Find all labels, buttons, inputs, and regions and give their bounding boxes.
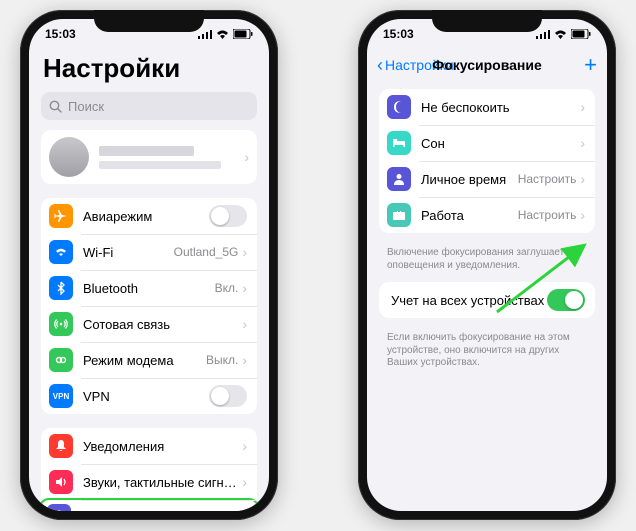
add-button[interactable]: + bbox=[584, 52, 597, 78]
chevron-right-icon: › bbox=[242, 244, 247, 260]
row-sounds[interactable]: Звуки, тактильные сигналы › bbox=[41, 464, 257, 500]
status-icons bbox=[536, 29, 591, 39]
status-time: 15:03 bbox=[45, 27, 76, 41]
focus-modes-group: Не беспокоить › Сон › Личное время Настр… bbox=[379, 89, 595, 233]
profile-row[interactable]: › bbox=[41, 130, 257, 184]
airplane-icon bbox=[49, 204, 73, 228]
chevron-left-icon: ‹ bbox=[377, 55, 383, 76]
chevron-right-icon: › bbox=[580, 207, 585, 223]
row-cellular[interactable]: Сотовая связь › bbox=[41, 306, 257, 342]
wifi-status-icon bbox=[554, 30, 567, 39]
row-vpn[interactable]: VPN VPN bbox=[41, 378, 257, 414]
sounds-icon bbox=[49, 470, 73, 494]
nav-bar: ‹ Настройки Фокусирование + bbox=[367, 49, 607, 81]
bell-icon bbox=[49, 434, 73, 458]
phone-left: 15:03 Настройки Поиск › Авиарежим bbox=[20, 10, 278, 520]
signal-icon bbox=[198, 30, 212, 39]
row-detail: Outland_5G bbox=[174, 245, 239, 259]
chevron-right-icon: › bbox=[244, 508, 249, 511]
hotspot-icon bbox=[49, 348, 73, 372]
moon-icon bbox=[387, 95, 411, 119]
page-title: Настройки bbox=[29, 49, 269, 92]
row-label: Работа bbox=[421, 208, 518, 223]
row-personal[interactable]: Личное время Настроить › bbox=[379, 161, 595, 197]
bed-icon bbox=[387, 131, 411, 155]
row-label: Не беспокоить bbox=[421, 100, 580, 115]
notch bbox=[432, 10, 542, 32]
row-label: Режим модема bbox=[83, 353, 206, 368]
row-dnd[interactable]: Не беспокоить › bbox=[379, 89, 595, 125]
row-focus[interactable]: Фокусирование › bbox=[41, 498, 257, 511]
row-label: Сон bbox=[421, 136, 580, 151]
chevron-right-icon: › bbox=[242, 280, 247, 296]
status-time: 15:03 bbox=[383, 27, 414, 41]
share-group: Учет на всех устройствах bbox=[379, 282, 595, 318]
toggle-airplane[interactable] bbox=[209, 205, 247, 227]
screen-right: 15:03 ‹ Настройки Фокусирование + Не бес… bbox=[367, 19, 607, 511]
bluetooth-icon bbox=[49, 276, 73, 300]
back-label: Настройки bbox=[385, 57, 454, 73]
share-footer: Если включить фокусирование на этом устр… bbox=[367, 332, 607, 380]
row-sleep[interactable]: Сон › bbox=[379, 125, 595, 161]
wifi-status-icon bbox=[216, 30, 229, 39]
row-label: Wi-Fi bbox=[83, 245, 174, 260]
row-label: Звуки, тактильные сигналы bbox=[83, 475, 242, 490]
row-label: Авиарежим bbox=[83, 209, 209, 224]
row-detail: Вкл. bbox=[215, 281, 239, 295]
chevron-right-icon: › bbox=[242, 438, 247, 454]
notch bbox=[94, 10, 204, 32]
back-button[interactable]: ‹ Настройки bbox=[377, 55, 454, 76]
row-airplane[interactable]: Авиарежим bbox=[41, 198, 257, 234]
row-bluetooth[interactable]: Bluetooth Вкл. › bbox=[41, 270, 257, 306]
briefcase-icon bbox=[387, 203, 411, 227]
moon-icon bbox=[47, 504, 71, 511]
chevron-right-icon: › bbox=[580, 99, 585, 115]
toggle-vpn[interactable] bbox=[209, 385, 247, 407]
row-share-devices[interactable]: Учет на всех устройствах bbox=[379, 282, 595, 318]
chevron-right-icon: › bbox=[242, 474, 247, 490]
signal-icon bbox=[536, 30, 550, 39]
row-wifi[interactable]: Wi-Fi Outland_5G › bbox=[41, 234, 257, 270]
row-label: Фокусирование bbox=[81, 509, 244, 512]
row-label: Bluetooth bbox=[83, 281, 215, 296]
chevron-right-icon: › bbox=[580, 171, 585, 187]
settings-group-notifications: Уведомления › Звуки, тактильные сигналы … bbox=[41, 428, 257, 511]
search-icon bbox=[49, 100, 62, 113]
battery-icon bbox=[233, 29, 253, 39]
search-placeholder: Поиск bbox=[68, 99, 104, 114]
row-label: Уведомления bbox=[83, 439, 242, 454]
person-icon bbox=[387, 167, 411, 191]
row-work[interactable]: Работа Настроить › bbox=[379, 197, 595, 233]
row-hotspot[interactable]: Режим модема Выкл. › bbox=[41, 342, 257, 378]
modes-footer: Включение фокусирования заглушает оповещ… bbox=[367, 247, 607, 282]
battery-icon bbox=[571, 29, 591, 39]
row-label: Личное время bbox=[421, 172, 518, 187]
chevron-right-icon: › bbox=[580, 135, 585, 151]
status-icons bbox=[198, 29, 253, 39]
row-detail: Выкл. bbox=[206, 353, 238, 367]
chevron-right-icon: › bbox=[242, 352, 247, 368]
row-detail: Настроить bbox=[518, 208, 577, 222]
settings-group-connectivity: Авиарежим Wi-Fi Outland_5G › Bluetooth В… bbox=[41, 198, 257, 414]
row-notifications[interactable]: Уведомления › bbox=[41, 428, 257, 464]
chevron-right-icon: › bbox=[242, 316, 247, 332]
cellular-icon bbox=[49, 312, 73, 336]
search-field[interactable]: Поиск bbox=[41, 92, 257, 120]
row-label: Сотовая связь bbox=[83, 317, 242, 332]
row-label: Учет на всех устройствах bbox=[391, 293, 547, 308]
wifi-icon bbox=[49, 240, 73, 264]
screen-left: 15:03 Настройки Поиск › Авиарежим bbox=[29, 19, 269, 511]
avatar bbox=[49, 137, 89, 177]
phone-right: 15:03 ‹ Настройки Фокусирование + Не бес… bbox=[358, 10, 616, 520]
row-detail: Настроить bbox=[518, 172, 577, 186]
vpn-icon: VPN bbox=[49, 384, 73, 408]
chevron-right-icon: › bbox=[244, 149, 249, 165]
row-label: VPN bbox=[83, 389, 209, 404]
toggle-share[interactable] bbox=[547, 289, 585, 311]
